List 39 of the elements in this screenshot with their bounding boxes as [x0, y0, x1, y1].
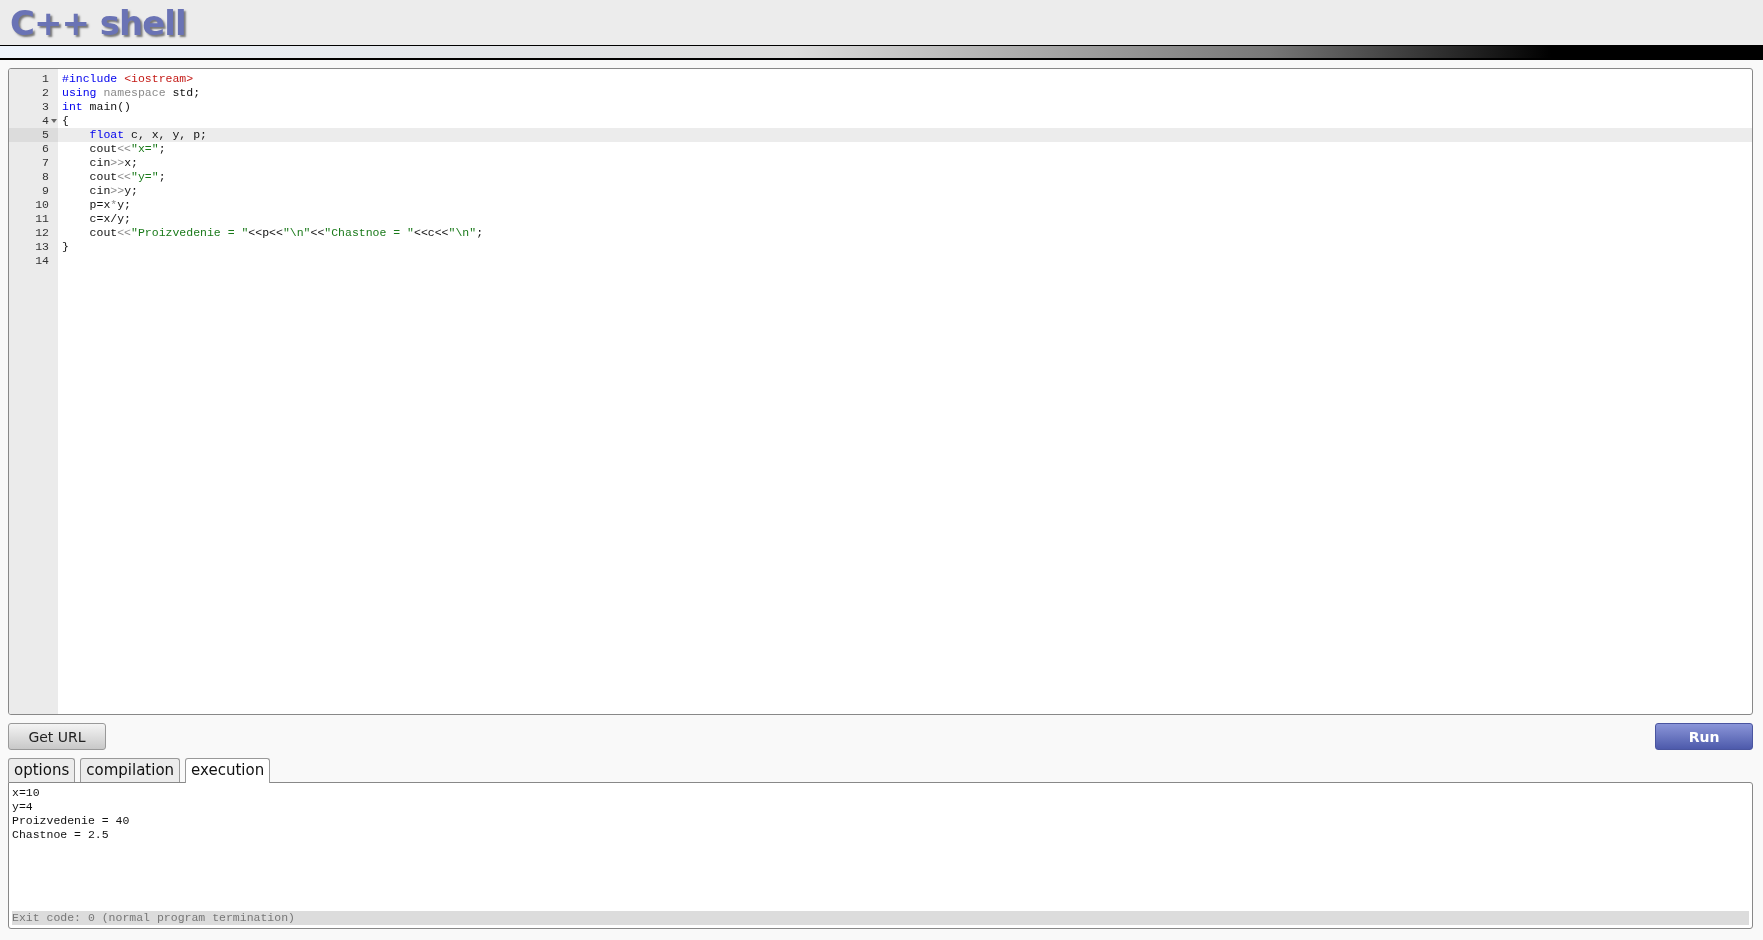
code-line: float c, x, y, p;	[88, 128, 207, 141]
line-number: 11	[35, 212, 49, 226]
line-number: 6	[42, 142, 49, 156]
line-number: 9	[42, 184, 49, 198]
output-line: Chastnoe = 2.5	[12, 828, 110, 842]
line-number: 2	[42, 86, 49, 100]
line-number: 4	[42, 114, 49, 128]
line-number: 5	[42, 128, 49, 142]
output-line: x=10	[12, 786, 41, 800]
code-line: cout<<"Proizvedenie = "<<p<<"\n"<<"Chastnoe = "<<c<<"\n";	[88, 226, 484, 239]
tab[interactable]: options	[8, 758, 76, 782]
fold-caret-icon[interactable]	[51, 119, 57, 123]
line-number: 12	[35, 226, 49, 240]
code-line: cout<<"y=";	[88, 170, 166, 183]
code-line: c=x/y;	[88, 212, 131, 225]
code-line: cout<<"x=";	[88, 142, 166, 155]
code-line: }	[62, 240, 69, 253]
line-number: 14	[35, 254, 49, 268]
code-line: p=x*y;	[88, 198, 132, 211]
line-number: 10	[35, 198, 49, 212]
code-line: using namespace std;	[62, 86, 201, 99]
line-number: 13	[35, 240, 49, 254]
get-url-button[interactable]: Get URL	[8, 723, 106, 750]
code-line: #include <iostream>	[62, 72, 194, 85]
run-button[interactable]: Run	[1655, 723, 1753, 750]
code-line: int main()	[62, 100, 132, 113]
line-number: 3	[42, 100, 49, 114]
code-line: cin>>x;	[88, 156, 138, 169]
logo: C++ shell	[10, 5, 186, 40]
tab[interactable]: execution	[185, 758, 271, 783]
line-number: 7	[42, 156, 49, 170]
exit-status: Exit code: 0 (normal program termination)	[12, 911, 1749, 925]
line-number: 1	[42, 72, 49, 86]
output-line: y=4	[12, 800, 34, 814]
code-line: cin>>y;	[88, 184, 138, 197]
line-number: 8	[42, 170, 49, 184]
code-line: {	[62, 114, 69, 127]
tab[interactable]: compilation	[80, 758, 181, 782]
output-line: Proizvedenie = 40	[12, 814, 131, 828]
